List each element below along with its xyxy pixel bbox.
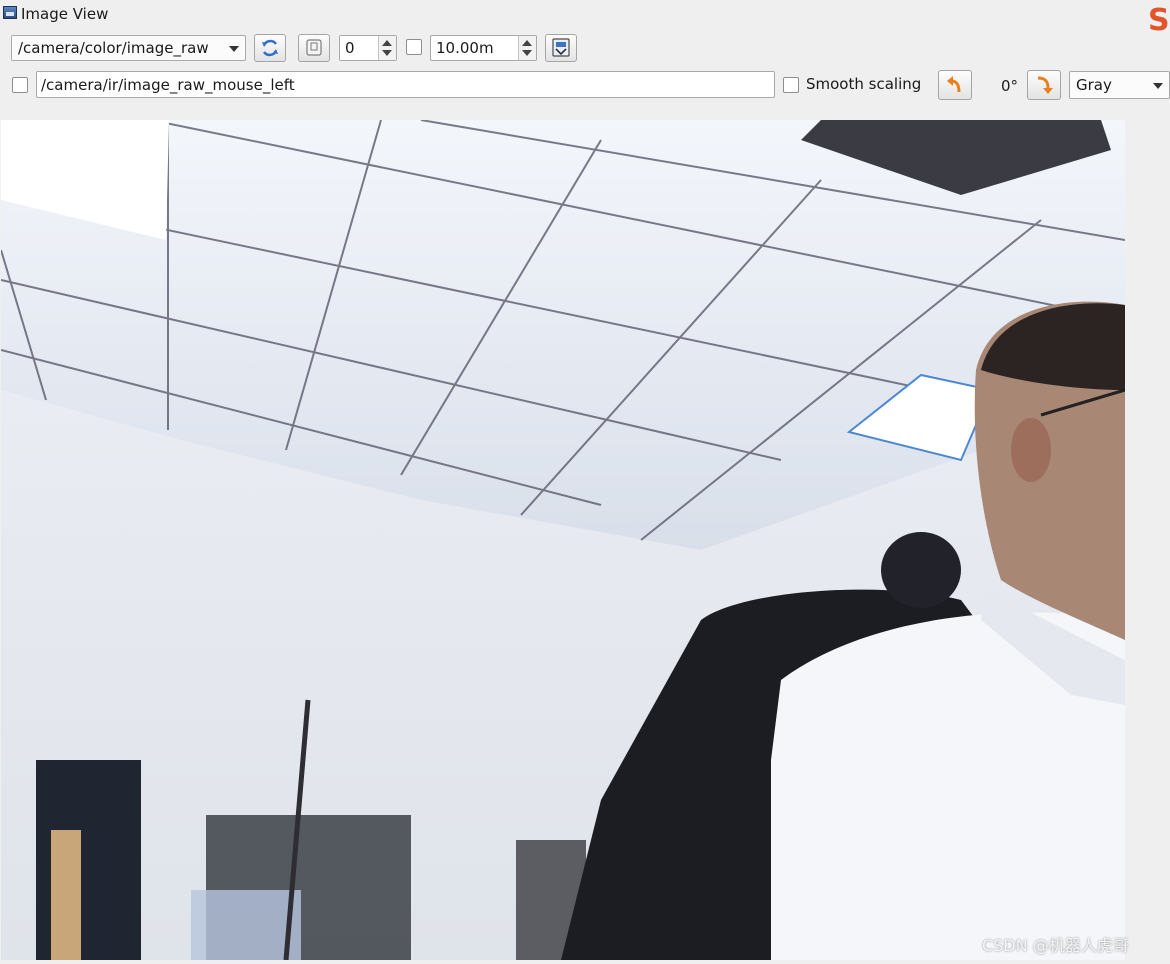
- spin-down-icon[interactable]: [522, 50, 532, 56]
- rotation-angle-label: 0°: [1001, 77, 1019, 95]
- save-image-button[interactable]: [298, 34, 330, 62]
- refresh-topics-button[interactable]: [254, 34, 286, 62]
- brand-logo-icon: S: [1148, 3, 1170, 38]
- rotate-left-icon: [947, 76, 961, 93]
- mouse-topic-field[interactable]: [36, 71, 775, 98]
- rotate-right-button[interactable]: [1027, 70, 1061, 100]
- max-range-checkbox[interactable]: [406, 39, 422, 55]
- zoom-input[interactable]: [340, 36, 383, 60]
- rotate-left-button[interactable]: [938, 70, 972, 100]
- mouse-publish-checkbox[interactable]: [12, 77, 28, 93]
- topic-select[interactable]: /camera/color/image_raw: [11, 35, 246, 61]
- mouse-topic-input[interactable]: [37, 72, 774, 97]
- color-scheme-select[interactable]: Gray: [1069, 71, 1170, 99]
- window-title: Image View: [21, 5, 109, 23]
- refresh-icon: [262, 39, 278, 57]
- max-range-spinbox[interactable]: [430, 35, 537, 61]
- watermark-text: CSDN @机器人虎哥: [982, 936, 1129, 955]
- title-bar: Image View S: [0, 0, 1170, 38]
- image-view-window: Image View S /camera/color/image_raw 0 1…: [0, 0, 1170, 964]
- export-image-button[interactable]: [545, 34, 577, 62]
- save-image-icon: [306, 39, 322, 56]
- zoom-spinbox[interactable]: [339, 35, 397, 61]
- spin-down-icon[interactable]: [382, 50, 392, 56]
- chevron-down-icon: [1153, 83, 1163, 89]
- camera-image: [1, 120, 1125, 960]
- smooth-scaling-label: Smooth scaling: [806, 75, 922, 93]
- max-range-input[interactable]: [431, 36, 522, 60]
- max-range-spin-buttons[interactable]: [518, 36, 536, 60]
- chevron-down-icon: [229, 46, 239, 52]
- image-view-app-icon: [3, 6, 17, 19]
- topic-select-value: /camera/color/image_raw: [18, 39, 209, 57]
- spin-up-icon[interactable]: [522, 40, 532, 46]
- zoom-spin-buttons[interactable]: [378, 36, 396, 60]
- spin-up-icon[interactable]: [382, 40, 392, 46]
- rotate-right-icon: [1037, 76, 1053, 94]
- camera-image-display[interactable]: [1, 120, 1125, 960]
- color-scheme-value: Gray: [1076, 76, 1112, 94]
- smooth-scaling-checkbox[interactable]: [783, 77, 799, 93]
- export-icon: [552, 38, 570, 57]
